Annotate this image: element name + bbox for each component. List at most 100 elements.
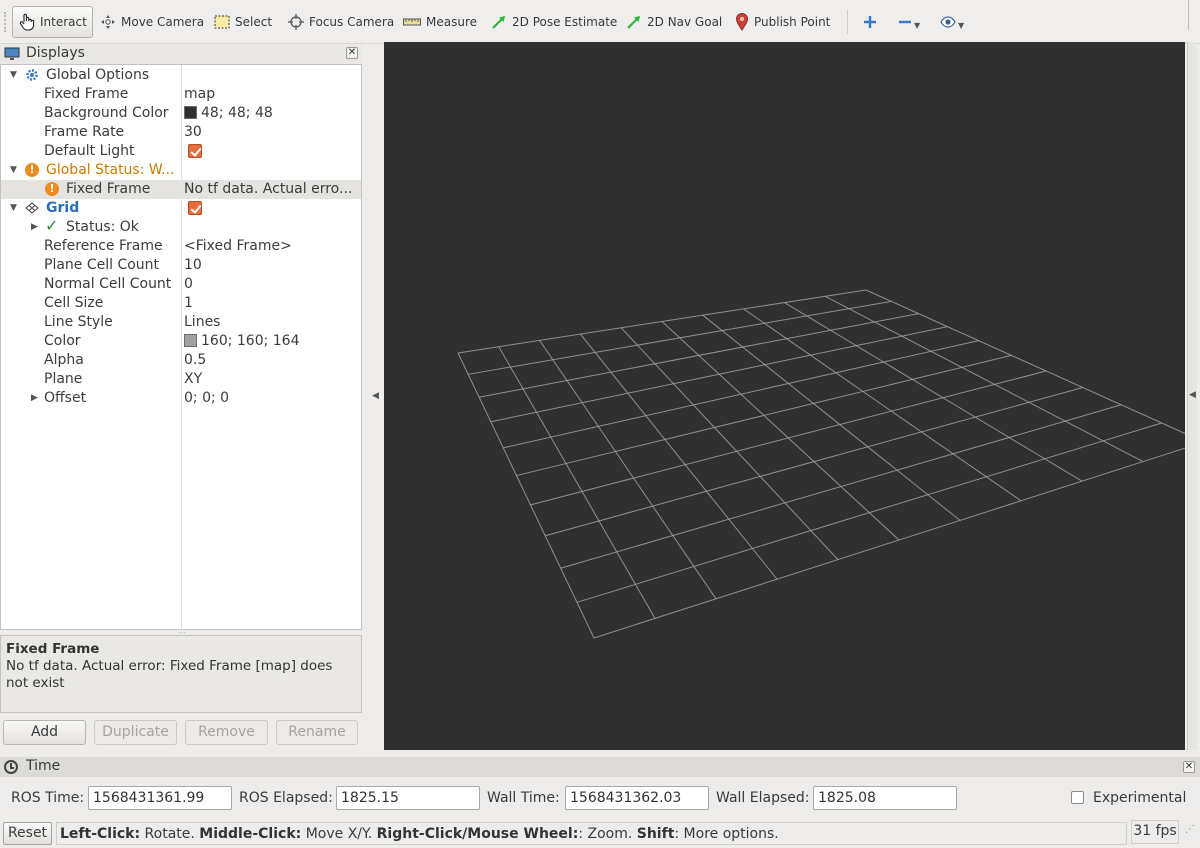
tree-row-offset[interactable]: ▶ Offset 0; 0; 0 (1, 389, 361, 408)
remove-tool-dropdown[interactable]: ▼ (892, 6, 926, 38)
grid-line (576, 422, 1162, 603)
2d-nav-goal-tool-button[interactable]: 2D Nav Goal (620, 6, 728, 38)
expand-arrow-icon[interactable]: ▼ (10, 161, 17, 180)
green-arrow-icon (492, 16, 505, 29)
hint-left-click: Left-Click: (60, 826, 141, 842)
wall-time-field[interactable] (565, 786, 709, 810)
move-camera-tool-button[interactable]: Move Camera (94, 6, 210, 38)
reset-button[interactable]: Reset (3, 822, 52, 845)
resize-grip[interactable]: ⋰ (1185, 824, 1197, 844)
remove-display-button[interactable]: Remove (185, 720, 268, 745)
default-light-checkbox[interactable] (188, 144, 202, 158)
property-label: Plane (44, 371, 83, 387)
grid-line (545, 386, 1083, 537)
property-label: Alpha (44, 352, 84, 368)
hint-shift: Shift (636, 826, 675, 842)
normal-cell-count-value[interactable]: 0 (184, 275, 193, 294)
grid-color-value[interactable]: 160; 160; 164 (184, 332, 300, 351)
tree-row-status-fixed-frame[interactable]: ! Fixed Frame No tf data. Actual erro... (1, 180, 361, 199)
property-label: Background Color (44, 105, 169, 121)
chevron-down-icon: ▼ (914, 20, 921, 30)
background-color-value[interactable]: 48; 48; 48 (184, 104, 273, 123)
tree-row-global-options[interactable]: ▼ Global Options (1, 66, 361, 85)
mouse-hint-text: Left-Click: Rotate. Middle-Click: Move X… (56, 822, 1127, 845)
right-dock-collapsed[interactable]: ◀ (1187, 42, 1197, 750)
experimental-checkbox[interactable] (1071, 791, 1084, 804)
tree-row-color[interactable]: Color 160; 160; 164 (1, 332, 361, 351)
tree-row-plane-cell-count[interactable]: Plane Cell Count 10 (1, 256, 361, 275)
offset-value[interactable]: 0; 0; 0 (184, 389, 229, 408)
publish-point-tool-button[interactable]: Publish Point (729, 6, 836, 38)
expand-arrow-icon[interactable]: ▶ (31, 389, 38, 408)
tree-row-line-style[interactable]: Line Style Lines (1, 313, 361, 332)
ros-elapsed-field[interactable] (336, 786, 480, 810)
2d-pose-estimate-tool-button[interactable]: 2D Pose Estimate (485, 6, 623, 38)
focus-camera-label: Focus Camera (309, 15, 395, 29)
tree-row-background-color[interactable]: Background Color 48; 48; 48 (1, 104, 361, 123)
main-toolbar: Interact Move Camera Select Focus Camera… (0, 0, 1200, 44)
color-swatch[interactable] (184, 106, 197, 119)
expand-arrow-icon[interactable]: ▶ (31, 218, 38, 237)
tree-row-plane[interactable]: Plane XY (1, 370, 361, 389)
grid-color-text: 160; 160; 164 (201, 333, 300, 349)
expand-arrow-icon[interactable]: ▼ (10, 199, 17, 218)
plane-value[interactable]: XY (184, 370, 202, 389)
time-title: Time (26, 758, 61, 774)
rename-display-button[interactable]: Rename (276, 720, 358, 745)
fixed-frame-value[interactable]: map (184, 85, 215, 104)
reference-frame-value[interactable]: <Fixed Frame> (184, 237, 292, 256)
interact-tool-button[interactable]: Interact (12, 6, 93, 38)
tree-row-alpha[interactable]: Alpha 0.5 (1, 351, 361, 370)
alpha-value[interactable]: 0.5 (184, 351, 206, 370)
minus-icon (899, 20, 911, 24)
status-ok-label: Status: Ok (66, 219, 139, 235)
time-panel-header: Time ✕ (0, 757, 1200, 777)
frame-rate-value[interactable]: 30 (184, 123, 202, 142)
property-label: Fixed Frame (44, 86, 129, 102)
duplicate-display-button[interactable]: Duplicate (94, 720, 177, 745)
wall-elapsed-field[interactable] (813, 786, 957, 810)
expand-right-arrow-icon[interactable]: ◀ (1189, 390, 1196, 400)
displays-tree[interactable]: ▼ Global Options Fixed Frame map Backgro… (0, 64, 362, 630)
tree-row-grid-status[interactable]: ▶ ✓ Status: Ok (1, 216, 361, 237)
expand-arrow-icon[interactable]: ▼ (10, 66, 17, 85)
select-tool-button[interactable]: Select (208, 6, 278, 38)
toolbar-separator (847, 10, 848, 34)
hint-move: Move X/Y. (301, 826, 377, 842)
ros-elapsed-label: ROS Elapsed: (239, 790, 333, 806)
grid-enabled-checkbox[interactable] (188, 201, 202, 215)
toolbar-grip[interactable] (4, 12, 7, 32)
views-dropdown[interactable]: ▼ (934, 6, 970, 38)
cell-size-value[interactable]: 1 (184, 294, 193, 313)
measure-tool-button[interactable]: Measure (397, 6, 483, 38)
tree-row-default-light[interactable]: Default Light (1, 142, 361, 161)
publish-point-label: Publish Point (754, 15, 831, 29)
tree-row-fixed-frame[interactable]: Fixed Frame map (1, 85, 361, 104)
clock-icon (4, 760, 18, 774)
move-camera-label: Move Camera (121, 15, 205, 29)
close-icon[interactable]: ✕ (346, 47, 358, 59)
select-label: Select (235, 15, 273, 29)
color-swatch[interactable] (184, 334, 197, 347)
tree-row-frame-rate[interactable]: Frame Rate 30 (1, 123, 361, 142)
line-style-value[interactable]: Lines (184, 313, 220, 332)
ros-time-field[interactable] (88, 786, 232, 810)
hint-rotate: Rotate. (140, 826, 200, 842)
property-label: Offset (44, 390, 87, 406)
focus-camera-tool-button[interactable]: Focus Camera (282, 6, 400, 38)
add-display-button[interactable]: Add (3, 720, 86, 745)
add-tool-button[interactable] (857, 6, 883, 38)
render-3d-view[interactable] (384, 42, 1200, 750)
status-value: No tf data. Actual erro... (184, 181, 353, 197)
tree-row-cell-size[interactable]: Cell Size 1 (1, 294, 361, 313)
status-label: Fixed Frame (66, 181, 151, 197)
tree-row-normal-cell-count[interactable]: Normal Cell Count 0 (1, 275, 361, 294)
collapse-left-arrow-icon[interactable]: ◀ (372, 391, 379, 401)
hand-cursor-icon (19, 13, 35, 31)
tree-row-global-status[interactable]: ▼ ! Global Status: W... (1, 161, 361, 180)
grid-line (593, 442, 1200, 639)
close-icon[interactable]: ✕ (1183, 761, 1195, 773)
fps-counter: 31 fps (1131, 820, 1179, 844)
tree-row-reference-frame[interactable]: Reference Frame <Fixed Frame> (1, 237, 361, 256)
plane-cell-count-value[interactable]: 10 (184, 256, 202, 275)
